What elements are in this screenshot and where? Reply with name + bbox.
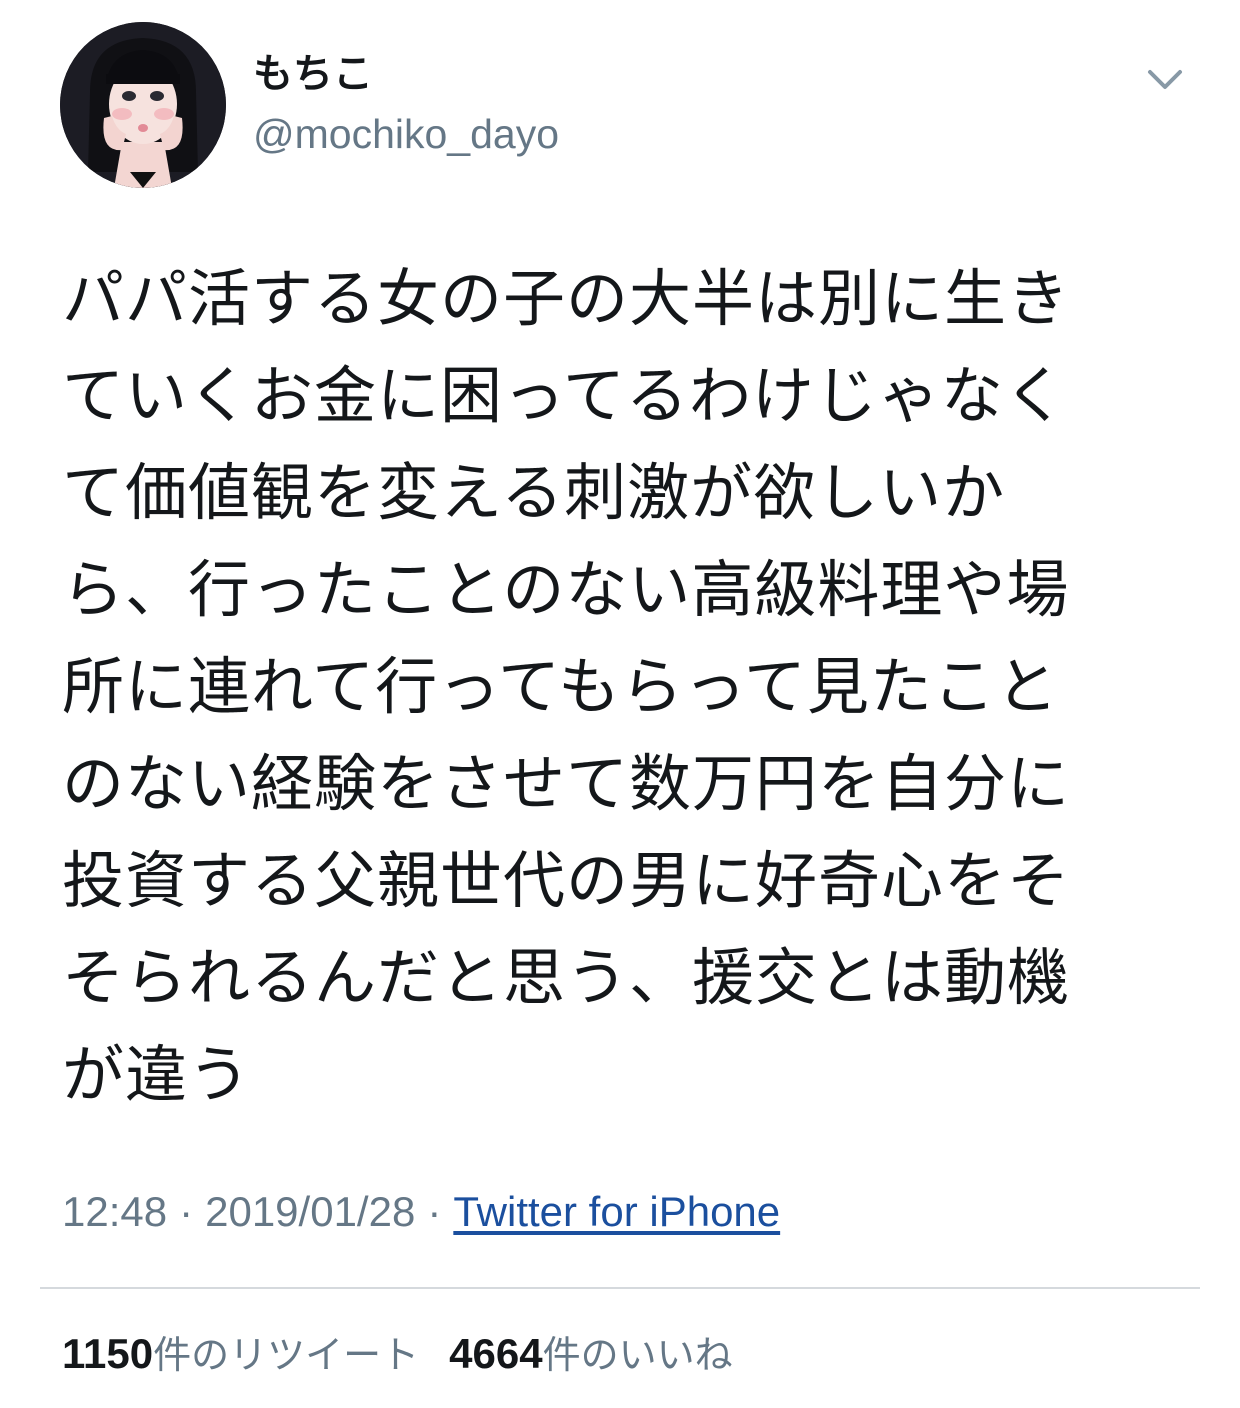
user-handle[interactable]: @mochiko_dayo [253,108,559,160]
tweet-text-line: て価値観を変える刺激が欲しいか [62,456,1006,529]
tweet-date: 2019/01/28 [205,1188,416,1235]
source-link[interactable]: Twitter for iPhone [453,1188,780,1235]
tweet-text-line: パパ活する女の子の大半は別に生き [62,262,1071,335]
likes-stat[interactable]: 4664件のいいね [449,1330,733,1377]
profile-avatar-illustration [60,22,226,188]
divider [40,1287,1200,1289]
tweet-text-line: ら、行ったことのない高級料理や場 [62,553,1070,626]
meta-separator: · [427,1188,442,1235]
tweet-text: パパ活する女の子の大半は別に生き ていくお金に困ってるわけじゃなく て価値観を変… [62,250,1172,1123]
tweet-meta: 12:48 · 2019/01/28 · Twitter for iPhone [62,1186,780,1238]
tweet-text-line: 所に連れて行ってもらって見たこと [62,650,1059,723]
retweets-count: 1150 [62,1330,154,1377]
tweet-time: 12:48 [62,1188,168,1235]
meta-separator: · [179,1188,194,1235]
avatar[interactable] [60,22,226,188]
tweet-detail: もちこ @mochiko_dayo パパ活する女の子の大半は別に生き ていくお金… [0,0,1240,1408]
tweet-stats: 1150件のリツイート 4664件のいいね [62,1328,733,1381]
chevron-down-icon[interactable] [1140,58,1190,102]
retweets-stat[interactable]: 1150件のリツイート [62,1330,420,1377]
retweets-label: 件のリツイート [153,1333,420,1377]
tweet-text-line: のない経験をさせて数万円を自分に [62,747,1071,820]
tweet-text-line: そられるんだと思う、援交とは動機 [62,941,1071,1014]
tweet-text-line: が違う [62,1038,252,1111]
likes-count: 4664 [449,1330,543,1377]
tweet-text-line: 投資する父親世代の男に好奇心をそ [62,844,1071,917]
tweet-text-line: ていくお金に困ってるわけじゃなく [62,359,1067,432]
display-name[interactable]: もちこ [253,48,373,100]
likes-label: 件のいいね [542,1333,733,1377]
